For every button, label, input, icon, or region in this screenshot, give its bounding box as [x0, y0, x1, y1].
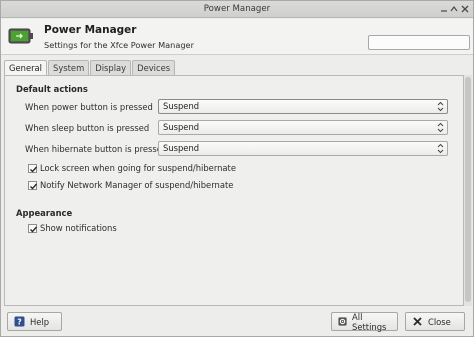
- all-settings-button[interactable]: All Settings: [331, 311, 398, 332]
- show-notifications-checkbox-row[interactable]: Show notifications: [28, 223, 117, 233]
- app-title: Power Manager: [44, 24, 137, 36]
- notify-nm-label: Notify Network Manager of suspend/hibern…: [40, 180, 234, 190]
- app-subtitle: Settings for the Xfce Power Manager: [44, 40, 194, 50]
- tab-bar: General System Display Devices: [4, 60, 176, 77]
- window-title: Power Manager: [203, 4, 271, 14]
- battery-icon: [8, 26, 34, 46]
- notify-nm-checkbox[interactable]: [28, 180, 38, 190]
- appearance-heading: Appearance: [16, 208, 73, 218]
- svg-text:?: ?: [17, 318, 22, 327]
- power-button-select[interactable]: Suspend: [158, 99, 448, 114]
- help-icon: ?: [14, 316, 25, 327]
- combo-arrows-icon: [437, 101, 444, 112]
- notify-nm-checkbox-row[interactable]: Notify Network Manager of suspend/hibern…: [28, 180, 233, 190]
- vertical-scrollbar[interactable]: [464, 75, 472, 306]
- close-label: Close: [428, 316, 451, 327]
- tab-display[interactable]: Display: [90, 60, 132, 76]
- title-bar[interactable]: Power Manager: [1, 1, 473, 18]
- combo-arrows-icon: [437, 122, 444, 133]
- hibernate-button-label: When hibernate button is pressed: [25, 144, 168, 154]
- search-input[interactable]: [368, 35, 470, 50]
- power-button-value: Suspend: [163, 101, 200, 111]
- sleep-button-label: When sleep button is pressed: [25, 123, 150, 133]
- power-manager-window: Power Manager Power Manager Settings for…: [0, 0, 474, 337]
- dialog-header: Power Manager Settings for the Xfce Powe…: [1, 19, 473, 55]
- help-label: Help: [30, 316, 50, 327]
- lock-screen-checkbox[interactable]: [28, 163, 38, 173]
- hibernate-button-select[interactable]: Suspend: [158, 141, 448, 156]
- settings-icon: [338, 317, 347, 326]
- sleep-button-select[interactable]: Suspend: [158, 120, 448, 135]
- hibernate-button-value: Suspend: [163, 143, 200, 153]
- tab-system[interactable]: System: [48, 60, 90, 76]
- close-button[interactable]: Close: [405, 312, 465, 331]
- show-notifications-label: Show notifications: [40, 223, 117, 233]
- show-notifications-checkbox[interactable]: [28, 223, 38, 233]
- tab-devices[interactable]: Devices: [132, 60, 176, 76]
- default-actions-heading: Default actions: [16, 84, 88, 94]
- combo-arrows-icon: [437, 143, 444, 154]
- power-button-label: When power button is pressed: [25, 102, 153, 112]
- close-window-icon[interactable]: [459, 3, 471, 15]
- close-icon: [413, 317, 422, 326]
- scrollbar-thumb[interactable]: [465, 77, 471, 302]
- all-settings-label: All Settings: [352, 311, 387, 332]
- sleep-button-value: Suspend: [163, 122, 200, 132]
- lock-screen-checkbox-row[interactable]: Lock screen when going for suspend/hiber…: [28, 163, 236, 173]
- help-button[interactable]: ? Help: [7, 312, 62, 331]
- lock-screen-label: Lock screen when going for suspend/hiber…: [40, 163, 236, 173]
- general-panel: Default actions When power button is pre…: [4, 75, 464, 306]
